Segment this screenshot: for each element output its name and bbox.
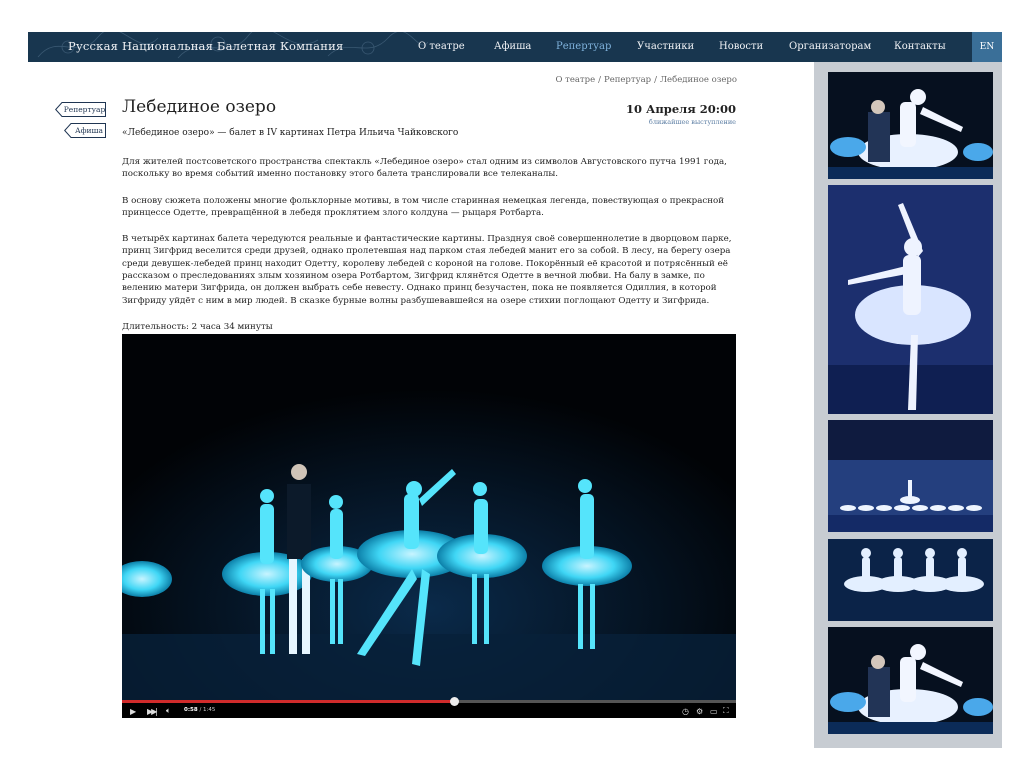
afisha-tag-label: Афиша	[75, 126, 103, 135]
performance-date[interactable]: 10 Апреля 20:00	[626, 102, 736, 116]
next-performance: 10 Апреля 20:00 ближайшее выступление	[626, 102, 736, 126]
nav-item-members[interactable]: Участники	[637, 41, 694, 52]
video-progress-handle[interactable]	[449, 697, 459, 706]
description-paragraph: Для жителей постсоветского пространства …	[122, 157, 727, 180]
nav-item-organizers[interactable]: Организаторам	[789, 41, 871, 52]
corps-de-ballet-image	[828, 420, 993, 532]
afisha-tag-button[interactable]: Афиша	[64, 123, 106, 138]
nav-item-afisha[interactable]: Афиша	[494, 41, 531, 52]
play-icon[interactable]: ▶	[130, 706, 136, 716]
settings-icon[interactable]: ⚙	[696, 706, 703, 716]
total-time: / 1:45	[199, 707, 216, 713]
gallery-thumbnail[interactable]	[828, 72, 993, 179]
duration-text: Длительность: 2 часа 34 минуты	[122, 321, 273, 332]
gallery-thumbnail[interactable]	[828, 185, 993, 414]
nav-item-news[interactable]: Новости	[719, 41, 763, 52]
video-progress-fill	[122, 700, 454, 703]
description-paragraph: В четырёх картинах балета чередуются реа…	[122, 234, 732, 306]
page-subtitle: «Лебединое озеро» — балет в IV картинах …	[122, 128, 459, 138]
breadcrumb-about[interactable]: О театре	[555, 75, 595, 85]
breadcrumb-repertoire[interactable]: Репертуар	[604, 75, 651, 85]
four-swans-image	[828, 539, 993, 621]
performance-date-note: ближайшее выступление	[648, 118, 736, 126]
gallery-thumbnail[interactable]	[828, 539, 993, 621]
current-time: 0:58	[184, 707, 198, 713]
volume-icon[interactable]: 🔈︎	[166, 706, 171, 716]
top-header: Русская Национальная Балетная Компания О…	[28, 32, 1002, 62]
gallery-thumbnail[interactable]	[828, 420, 993, 532]
ballet-duet-image	[828, 627, 993, 734]
main-content: Лебединое озеро 10 Апреля 20:00 ближайше…	[122, 97, 736, 333]
nav-item-contacts[interactable]: Контакты	[894, 41, 946, 52]
video-player[interactable]: ▶ ▶▶| 🔈︎ 0:58 / 1:45 ◷ ⚙ ▭ ⛶	[122, 334, 736, 718]
repertoire-tag-button[interactable]: Репертуар	[55, 102, 106, 117]
video-progress-bar[interactable]	[122, 697, 736, 706]
miniplayer-icon[interactable]: ▭	[710, 706, 718, 716]
clock-icon[interactable]: ◷	[682, 706, 689, 716]
breadcrumb-separator: /	[654, 75, 657, 85]
video-frame-ballet-scene	[122, 334, 736, 700]
repertoire-tag-label: Репертуар	[63, 105, 106, 114]
breadcrumb: О театре / Репертуар / Лебединое озеро	[555, 75, 737, 85]
nav-item-about[interactable]: О театре	[418, 41, 465, 52]
gallery-thumbnail[interactable]	[828, 627, 993, 734]
breadcrumb-current: Лебединое озеро	[659, 75, 737, 85]
next-icon[interactable]: ▶▶|	[147, 706, 158, 716]
fullscreen-icon[interactable]: ⛶	[723, 706, 729, 716]
video-controls-bar: ▶ ▶▶| 🔈︎ 0:58 / 1:45 ◷ ⚙ ▭ ⛶	[122, 697, 736, 718]
breadcrumb-separator: /	[598, 75, 601, 85]
nav-item-repertoire[interactable]: Репертуар	[556, 41, 611, 52]
language-switch-button[interactable]: EN	[972, 32, 1002, 62]
photo-gallery	[814, 62, 1002, 748]
description-paragraph: В основу сюжета положены многие фольклор…	[122, 195, 725, 218]
ballerina-solo-image	[828, 185, 993, 414]
main-nav: О театре Афиша Репертуар Участники Новос…	[28, 32, 1002, 62]
video-time: 0:58 / 1:45	[184, 707, 215, 713]
ballet-duet-image	[828, 72, 993, 179]
